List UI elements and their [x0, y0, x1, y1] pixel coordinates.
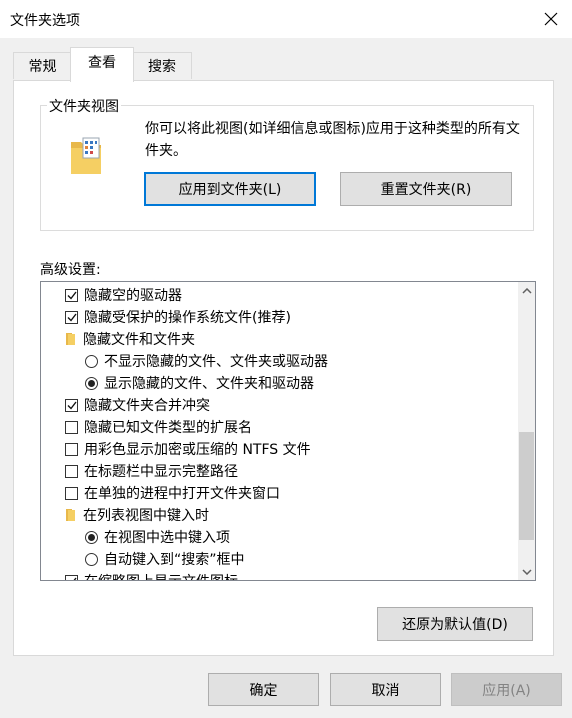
folder-views-label: 文件夹视图 [47, 96, 121, 116]
folder-views-group: 文件夹视图 你可以将此视图(如详细信息或图标)应用于这种类型的所有文件夹。 应用… [40, 96, 534, 231]
radio-button[interactable] [85, 552, 98, 566]
tree-group-header: 隐藏文件和文件夹 [65, 328, 195, 350]
tree-option[interactable]: 显示隐藏的文件、文件夹和驱动器 [85, 372, 314, 394]
checkbox[interactable] [65, 310, 78, 324]
tree-option[interactable]: 自动键入到“搜索”框中 [85, 548, 245, 570]
tree-item-label: 在列表视图中键入时 [83, 508, 209, 524]
folder-icon [66, 333, 75, 345]
close-button[interactable] [536, 4, 566, 34]
tree-item-label: 在视图中选中键入项 [104, 530, 230, 546]
checkbox[interactable] [65, 420, 78, 434]
apply-to-folders-label: 应用到文件夹(L) [178, 182, 282, 198]
cancel-label: 取消 [371, 682, 400, 699]
tree-item-label: 隐藏空的驱动器 [84, 288, 182, 304]
close-icon [544, 12, 558, 26]
checkbox[interactable] [65, 398, 78, 412]
checkbox[interactable] [65, 486, 78, 500]
tree-item-label: 在单独的进程中打开文件夹窗口 [84, 486, 280, 502]
apply-to-folders-button[interactable]: 应用到文件夹(L) [144, 172, 316, 206]
check-icon [67, 313, 77, 322]
tree-item-label: 在标题栏中显示完整路径 [84, 464, 238, 480]
tree-option[interactable]: 隐藏受保护的操作系统文件(推荐) [65, 306, 291, 328]
tree-item-label: 在缩略图上显示文件图标 [84, 571, 238, 580]
tab-general[interactable]: 常规 [13, 52, 72, 79]
tree-item-label: 隐藏已知文件类型的扩展名 [84, 420, 252, 436]
tree-item-label: 隐藏文件和文件夹 [83, 332, 195, 348]
checkbox[interactable] [65, 288, 78, 302]
check-icon [67, 401, 77, 410]
restore-defaults-label: 还原为默认值(D) [402, 617, 508, 633]
tab-view-label: 查看 [88, 55, 116, 71]
view-tab-panel: 文件夹视图 你可以将此视图(如详细信息或图标)应用于这种类型的所有文件夹。 应用… [13, 80, 554, 656]
tab-search[interactable]: 搜索 [132, 52, 192, 79]
tree-option[interactable]: 隐藏文件夹合并冲突 [65, 394, 210, 416]
reset-folders-label: 重置文件夹(R) [380, 182, 472, 198]
tree-option[interactable]: 在视图中选中键入项 [85, 526, 230, 548]
tab-view[interactable]: 查看 [70, 47, 134, 82]
tree-option[interactable]: 在标题栏中显示完整路径 [65, 460, 238, 482]
tree-item-label: 隐藏文件夹合并冲突 [84, 398, 210, 414]
radio-dot [88, 533, 95, 541]
tree-item-label: 显示隐藏的文件、文件夹和驱动器 [104, 376, 314, 392]
cancel-button[interactable]: 取消 [330, 673, 441, 706]
tree-item-label: 不显示隐藏的文件、文件夹或驱动器 [104, 354, 328, 370]
radio-dot [88, 379, 95, 387]
apply-button[interactable]: 应用(A) [451, 673, 562, 706]
scroll-down-button[interactable] [518, 563, 535, 580]
chevron-down-icon [521, 568, 532, 575]
tab-general-label: 常规 [28, 59, 57, 75]
radio-button[interactable] [85, 530, 98, 544]
advanced-settings-label: 高级设置: [40, 262, 101, 278]
folder-views-description: 你可以将此视图(如详细信息或图标)应用于这种类型的所有文件夹。 [145, 121, 520, 159]
advanced-settings-list[interactable]: 隐藏空的驱动器隐藏受保护的操作系统文件(推荐) 隐藏文件和文件夹不显示隐藏的文件、… [40, 281, 536, 581]
checkbox[interactable] [65, 464, 78, 478]
tree-group-header: 在列表视图中键入时 [65, 504, 209, 526]
tree-option[interactable]: 用彩色显示加密或压缩的 NTFS 文件 [65, 438, 311, 460]
tree-option[interactable]: 在单独的进程中打开文件夹窗口 [65, 482, 280, 504]
scrollbar-thumb[interactable] [519, 431, 534, 540]
radio-button[interactable] [85, 376, 98, 390]
scroll-up-button[interactable] [518, 282, 535, 299]
check-icon [72, 577, 77, 580]
tree-item-label: 自动键入到“搜索”框中 [104, 552, 245, 568]
vertical-scrollbar[interactable] [518, 282, 535, 580]
radio-button[interactable] [85, 354, 98, 368]
apply-label: 应用(A) [482, 682, 531, 699]
ok-button[interactable]: 确定 [208, 673, 319, 706]
tab-search-label: 搜索 [148, 59, 176, 75]
restore-defaults-button[interactable]: 还原为默认值(D) [377, 607, 533, 641]
reset-folders-button[interactable]: 重置文件夹(R) [340, 172, 512, 206]
checkbox[interactable] [65, 574, 78, 580]
tree-item-label: 用彩色显示加密或压缩的 NTFS 文件 [84, 442, 311, 458]
folder-view-icon [71, 137, 101, 174]
tree-item-label: 隐藏受保护的操作系统文件(推荐) [84, 310, 291, 326]
folder-icon [66, 509, 75, 521]
check-icon [67, 291, 77, 300]
window-title: 文件夹选项 [10, 13, 80, 29]
ok-label: 确定 [249, 682, 278, 699]
tree-option[interactable]: 在缩略图上显示文件图标 [65, 570, 238, 580]
checkbox[interactable] [65, 442, 78, 456]
tree-option[interactable]: 隐藏已知文件类型的扩展名 [65, 416, 252, 438]
tree-option[interactable]: 不显示隐藏的文件、文件夹或驱动器 [85, 350, 328, 372]
tree-option[interactable]: 隐藏空的驱动器 [65, 284, 182, 306]
title-bar: 文件夹选项 [0, 0, 572, 38]
chevron-up-icon [521, 287, 532, 294]
